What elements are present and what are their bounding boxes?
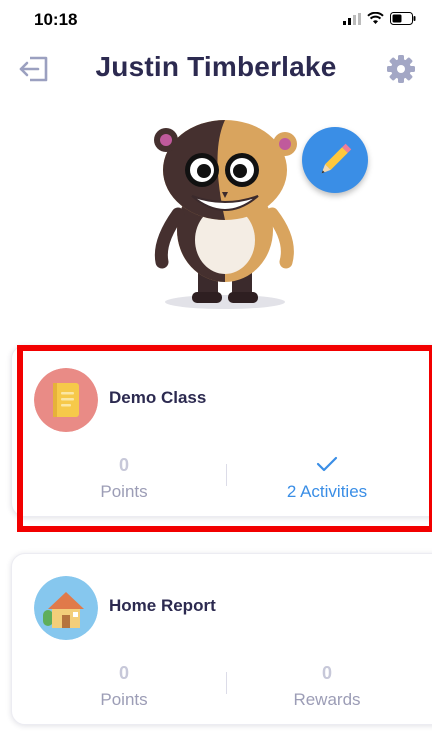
signal-icon [343, 12, 361, 25]
notebook-icon [34, 368, 98, 432]
battery-icon [390, 12, 416, 25]
points-value: 0 [118, 455, 129, 475]
gear-icon[interactable] [386, 54, 416, 84]
avatar [154, 120, 297, 309]
house-icon [34, 576, 98, 640]
card-title: Demo Class [109, 388, 207, 407]
stat-divider [226, 672, 227, 694]
points-stat: 0 Points [39, 662, 209, 710]
edit-avatar-button[interactable] [302, 127, 368, 193]
rewards-value: 0 [321, 663, 332, 683]
checkmark-icon [316, 456, 338, 472]
status-icons [343, 12, 416, 25]
points-label: Points [100, 690, 148, 709]
wifi-icon [367, 12, 384, 24]
page-title: Justin Timberlake [95, 51, 337, 82]
home-report-card[interactable]: Home Report 0 Points 0 Rewards [11, 553, 432, 725]
points-label: Points [100, 482, 148, 501]
points-value: 0 [118, 663, 129, 683]
activities-label[interactable]: 2 Activities [242, 482, 412, 502]
rewards-label: Rewards [293, 690, 361, 709]
status-time: 10:18 [34, 10, 78, 29]
activities-stat[interactable]: 2 Activities [242, 454, 412, 502]
header: Justin Timberlake [0, 44, 432, 94]
points-stat: 0 Points [39, 454, 209, 502]
card-title: Home Report [109, 596, 216, 615]
class-card[interactable]: Demo Class 0 Points 2 Activities [11, 345, 432, 517]
pencil-icon [321, 143, 352, 174]
stat-divider [226, 464, 227, 486]
status-bar: 10:18 [0, 0, 432, 40]
rewards-stat: 0 Rewards [242, 662, 412, 710]
